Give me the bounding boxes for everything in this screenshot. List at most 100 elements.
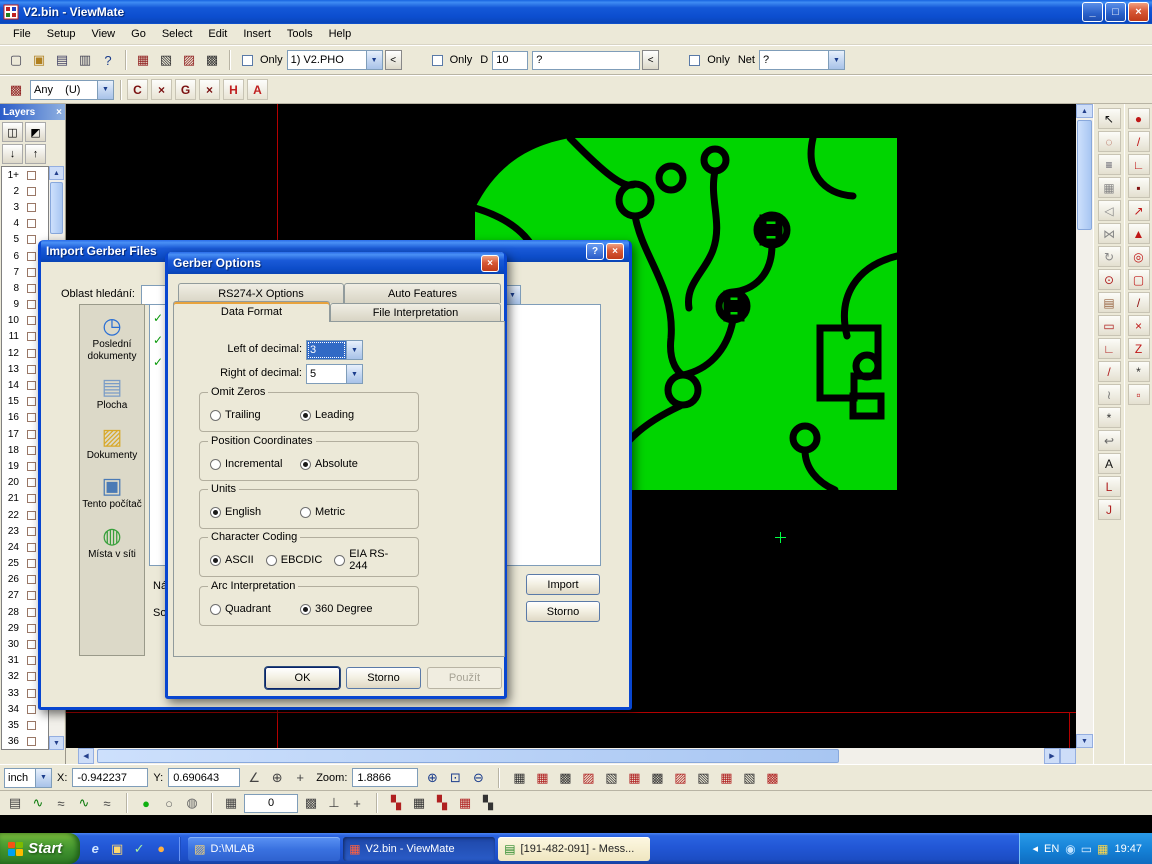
l-shape-icon[interactable]: L	[1098, 476, 1121, 497]
shield-icon[interactable]: ✓	[130, 840, 148, 858]
layer-visibility-checkbox[interactable]	[27, 575, 36, 584]
layer-visibility-checkbox[interactable]	[27, 171, 36, 180]
layer-visibility-checkbox[interactable]	[27, 187, 36, 196]
layer-row[interactable]: 2	[2, 183, 48, 199]
swap-mode-icon-1[interactable]: ×	[151, 79, 172, 100]
layer-visibility-checkbox[interactable]	[27, 478, 36, 487]
layer-prev-button[interactable]: <	[385, 50, 402, 70]
dcode-grid-icon-2[interactable]: ▧	[155, 49, 177, 71]
menu-item[interactable]: Help	[321, 26, 360, 42]
save-file-icon[interactable]: ▤	[51, 49, 73, 71]
scroll-down-icon[interactable]: ▼	[1076, 734, 1093, 748]
task-mlab[interactable]: ▨ D:\MLAB	[188, 837, 340, 861]
layer-visibility-checkbox[interactable]	[27, 365, 36, 374]
aperture-combo[interactable]: Any (U)	[30, 80, 114, 100]
layer-visibility-checkbox[interactable]	[27, 349, 36, 358]
close-button[interactable]: ×	[1128, 2, 1149, 22]
undo-hook-icon[interactable]: ↩	[1098, 430, 1121, 451]
scroll-track[interactable]	[94, 748, 1044, 764]
language-indicator[interactable]: EN	[1044, 843, 1059, 855]
small-square-icon[interactable]: ▫	[1128, 384, 1150, 405]
tab-data-format[interactable]: Data Format	[173, 301, 330, 322]
polyline-icon[interactable]: ≀	[1098, 384, 1121, 405]
clock[interactable]: 19:47	[1114, 843, 1142, 855]
chevron-down-icon[interactable]	[346, 341, 362, 359]
zoom-window-icon[interactable]: ⊡	[444, 767, 466, 789]
select-cursor-icon[interactable]: ↖	[1098, 108, 1121, 129]
menu-item[interactable]: Tools	[279, 26, 321, 42]
layer-visibility-checkbox[interactable]	[27, 430, 36, 439]
layer-visibility-checkbox[interactable]	[27, 316, 36, 325]
scroll-up-icon[interactable]: ▲	[49, 166, 64, 180]
layer-visibility-checkbox[interactable]	[27, 672, 36, 681]
arrow-aperture-icon[interactable]: ↗	[1128, 200, 1150, 221]
units-combo[interactable]: inch	[4, 768, 52, 788]
layer-visibility-checkbox[interactable]	[27, 511, 36, 520]
radio-option[interactable]: EIA RS-244	[334, 548, 406, 572]
layer-visibility-checkbox[interactable]	[27, 300, 36, 309]
layer-row[interactable]: 35	[2, 717, 48, 733]
dcode-grid-icon-4[interactable]: ▩	[201, 49, 223, 71]
chevron-down-icon[interactable]	[97, 81, 113, 99]
menu-item[interactable]: View	[83, 26, 123, 42]
print-icon[interactable]: ▥	[74, 49, 96, 71]
layer-visibility-checkbox[interactable]	[27, 381, 36, 390]
place-documents[interactable]: ▨ Dokumenty	[80, 426, 144, 462]
net-combo[interactable]: ?	[759, 50, 845, 70]
radio-option[interactable]: English	[210, 506, 300, 518]
menu-item[interactable]: Setup	[39, 26, 84, 42]
layer-visibility-checkbox[interactable]	[27, 737, 36, 746]
tray-sync-icon[interactable]: ◉	[1065, 842, 1075, 856]
place-network[interactable]: ◍ Místa v síti	[80, 525, 144, 561]
layer-lines-icon[interactable]: ≡	[1098, 154, 1121, 175]
gerber-dialog-titlebar[interactable]: Gerber Options ×	[168, 252, 504, 274]
grid-icon-10[interactable]: ▦	[715, 767, 737, 789]
line-aperture-icon[interactable]: /	[1128, 131, 1150, 152]
target-aperture-icon[interactable]: ◎	[1128, 246, 1150, 267]
maximize-button[interactable]: □	[1105, 2, 1126, 22]
grid-icon-12[interactable]: ▩	[761, 767, 783, 789]
tray-alert-icon[interactable]: ▦	[1097, 842, 1108, 856]
anchor-icon-1[interactable]: ⊥	[323, 792, 345, 814]
probe-icon[interactable]: ◍	[181, 792, 203, 814]
start-button[interactable]: Start	[0, 833, 80, 864]
layer-visibility-checkbox[interactable]	[27, 268, 36, 277]
radio-option[interactable]: EBCDIC	[266, 554, 323, 566]
tab-rs274x-options[interactable]: RS274-X Options	[178, 283, 344, 303]
dcode-input[interactable]: 10	[492, 51, 528, 70]
layer-visibility-checkbox[interactable]	[27, 284, 36, 293]
layer-visibility-checkbox[interactable]	[27, 591, 36, 600]
tray-chevron-icon[interactable]: ◂	[1032, 842, 1038, 855]
snap-grid-icon[interactable]: ▩	[300, 792, 322, 814]
layer-visibility-checkbox[interactable]	[27, 527, 36, 536]
import-button[interactable]: Import	[526, 574, 600, 595]
settings-icon[interactable]: *	[1098, 407, 1121, 428]
grid-icon-9[interactable]: ▧	[692, 767, 714, 789]
layers-stack-icon[interactable]: ▤	[4, 792, 26, 814]
layer-combo[interactable]: 1) V2.PHO	[287, 50, 383, 70]
flip-tool-icon[interactable]: ◁	[1098, 200, 1121, 221]
trace-wave-icon-2[interactable]: ≈	[50, 792, 72, 814]
square-aperture-icon[interactable]: ▪	[1128, 177, 1150, 198]
layer-visibility-checkbox[interactable]	[27, 656, 36, 665]
title-bar[interactable]: V2.bin - ViewMate _ □ ×	[0, 0, 1152, 24]
zoom-in-icon[interactable]: ⊕	[421, 767, 443, 789]
grid-icon-2[interactable]: ▦	[531, 767, 553, 789]
minimize-button[interactable]: _	[1082, 2, 1103, 22]
pad-pattern-icon-2[interactable]: ▦	[408, 792, 430, 814]
layer-visibility-checkbox[interactable]	[27, 624, 36, 633]
grid-icon-6[interactable]: ▦	[623, 767, 645, 789]
radio-option[interactable]: ASCII	[210, 554, 254, 566]
round-aperture-icon[interactable]: ●	[1128, 108, 1150, 129]
clear-mode-icon[interactable]: C	[127, 79, 148, 100]
scroll-up-icon[interactable]: ▲	[1076, 104, 1093, 118]
star-tool-icon[interactable]: *	[1128, 361, 1150, 382]
frame-tool-icon[interactable]: ▭	[1098, 315, 1121, 336]
canvas-horizontal-scrollbar[interactable]: ◀ ▶	[78, 748, 1076, 764]
only-net-checkbox[interactable]	[689, 55, 700, 66]
zoom-out-icon[interactable]: ⊖	[467, 767, 489, 789]
place-my-computer[interactable]: ▣ Tento počítač	[80, 475, 144, 511]
led-icon[interactable]: ●	[135, 792, 157, 814]
layer-visibility-checkbox[interactable]	[27, 235, 36, 244]
scroll-down-icon[interactable]: ▼	[49, 736, 64, 750]
